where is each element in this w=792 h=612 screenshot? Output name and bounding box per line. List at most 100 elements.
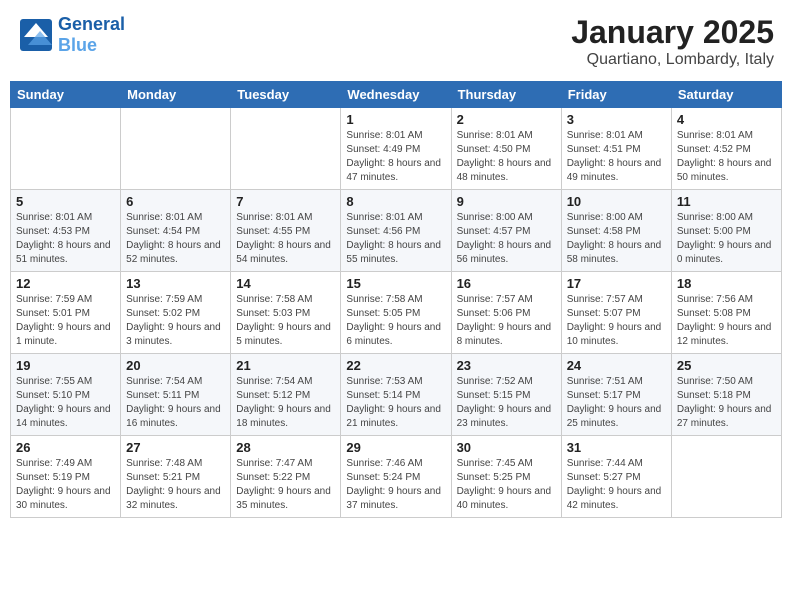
calendar-cell: 10Sunrise: 8:00 AM Sunset: 4:58 PM Dayli… <box>561 190 671 272</box>
day-number: 15 <box>346 276 445 291</box>
day-info: Sunrise: 8:01 AM Sunset: 4:56 PM Dayligh… <box>346 211 445 267</box>
day-number: 28 <box>236 440 335 455</box>
day-info: Sunrise: 8:01 AM Sunset: 4:53 PM Dayligh… <box>16 211 115 267</box>
day-info: Sunrise: 8:00 AM Sunset: 5:00 PM Dayligh… <box>677 211 776 267</box>
calendar-cell: 17 Sunrise: 7:57 AM Sunset: 5:07 PM Dayli… <box>561 272 671 354</box>
day-number: 9 <box>457 194 556 209</box>
logo: General Blue <box>18 14 125 56</box>
calendar-week-row: 12 Sunrise: 7:59 AM Sunset: 5:01 PM Dayli… <box>11 272 782 354</box>
day-info: Sunrise: 7:59 AM Sunset: 5:01 PM Dayligh… <box>16 293 115 349</box>
calendar-cell: 12 Sunrise: 7:59 AM Sunset: 5:01 PM Dayli… <box>11 272 121 354</box>
calendar-cell: 13 Sunrise: 7:59 AM Sunset: 5:02 PM Dayli… <box>121 272 231 354</box>
logo-text-general: General <box>58 14 125 34</box>
day-info: Sunrise: 7:51 AM Sunset: 5:17 PM Dayligh… <box>567 375 666 431</box>
calendar-header-row: SundayMondayTuesdayWednesdayThursdayFrid… <box>11 82 782 108</box>
calendar-week-row: 26Sunrise: 7:49 AM Sunset: 5:19 PM Dayli… <box>11 436 782 518</box>
day-info: Sunrise: 7:50 AM Sunset: 5:18 PM Dayligh… <box>677 375 776 431</box>
calendar-cell: 4 Sunrise: 8:01 AM Sunset: 4:52 PM Daylig… <box>671 108 781 190</box>
day-number: 3 <box>567 112 666 127</box>
day-number: 20 <box>126 358 225 373</box>
weekday-header: Tuesday <box>231 82 341 108</box>
calendar-cell: 25 Sunrise: 7:50 AM Sunset: 5:18 PM Dayli… <box>671 354 781 436</box>
day-info: Sunrise: 7:58 AM Sunset: 5:03 PM Dayligh… <box>236 293 335 349</box>
day-number: 6 <box>126 194 225 209</box>
day-number: 26 <box>16 440 115 455</box>
calendar-week-row: 1Sunrise: 8:01 AM Sunset: 4:49 PM Daylig… <box>11 108 782 190</box>
logo-text-blue: Blue <box>58 35 97 55</box>
day-info: Sunrise: 7:54 AM Sunset: 5:12 PM Dayligh… <box>236 375 335 431</box>
day-info: Sunrise: 7:45 AM Sunset: 5:25 PM Dayligh… <box>457 457 556 513</box>
calendar-cell: 2Sunrise: 8:01 AM Sunset: 4:50 PM Daylig… <box>451 108 561 190</box>
calendar-cell: 5 Sunrise: 8:01 AM Sunset: 4:53 PM Daylig… <box>11 190 121 272</box>
page-subtitle: Quartiano, Lombardy, Italy <box>571 51 774 69</box>
day-info: Sunrise: 7:46 AM Sunset: 5:24 PM Dayligh… <box>346 457 445 513</box>
day-number: 4 <box>677 112 776 127</box>
day-number: 10 <box>567 194 666 209</box>
day-number: 16 <box>457 276 556 291</box>
calendar-cell: 28 Sunrise: 7:47 AM Sunset: 5:22 PM Dayli… <box>231 436 341 518</box>
day-info: Sunrise: 7:47 AM Sunset: 5:22 PM Dayligh… <box>236 457 335 513</box>
day-info: Sunrise: 8:01 AM Sunset: 4:55 PM Dayligh… <box>236 211 335 267</box>
day-number: 11 <box>677 194 776 209</box>
weekday-header: Thursday <box>451 82 561 108</box>
calendar-cell <box>671 436 781 518</box>
day-info: Sunrise: 7:55 AM Sunset: 5:10 PM Dayligh… <box>16 375 115 431</box>
day-info: Sunrise: 7:53 AM Sunset: 5:14 PM Dayligh… <box>346 375 445 431</box>
page-header: General Blue January 2025 Quartiano, Lom… <box>10 10 782 73</box>
day-number: 19 <box>16 358 115 373</box>
day-info: Sunrise: 8:01 AM Sunset: 4:52 PM Dayligh… <box>677 129 776 185</box>
day-info: Sunrise: 8:00 AM Sunset: 4:57 PM Dayligh… <box>457 211 556 267</box>
calendar-cell: 30 Sunrise: 7:45 AM Sunset: 5:25 PM Dayli… <box>451 436 561 518</box>
day-info: Sunrise: 7:57 AM Sunset: 5:07 PM Dayligh… <box>567 293 666 349</box>
day-number: 30 <box>457 440 556 455</box>
day-info: Sunrise: 7:57 AM Sunset: 5:06 PM Dayligh… <box>457 293 556 349</box>
calendar-cell: 27 Sunrise: 7:48 AM Sunset: 5:21 PM Dayli… <box>121 436 231 518</box>
calendar-cell: 11 Sunrise: 8:00 AM Sunset: 5:00 PM Dayli… <box>671 190 781 272</box>
weekday-header: Monday <box>121 82 231 108</box>
day-number: 31 <box>567 440 666 455</box>
day-number: 14 <box>236 276 335 291</box>
day-number: 17 <box>567 276 666 291</box>
day-number: 25 <box>677 358 776 373</box>
calendar-cell: 8Sunrise: 8:01 AM Sunset: 4:56 PM Daylig… <box>341 190 451 272</box>
calendar-cell: 6Sunrise: 8:01 AM Sunset: 4:54 PM Daylig… <box>121 190 231 272</box>
logo-icon <box>18 17 54 53</box>
day-number: 18 <box>677 276 776 291</box>
calendar-cell: 9 Sunrise: 8:00 AM Sunset: 4:57 PM Daylig… <box>451 190 561 272</box>
day-number: 5 <box>16 194 115 209</box>
calendar-cell <box>231 108 341 190</box>
day-number: 23 <box>457 358 556 373</box>
day-number: 29 <box>346 440 445 455</box>
page-title: January 2025 <box>571 14 774 51</box>
day-info: Sunrise: 7:48 AM Sunset: 5:21 PM Dayligh… <box>126 457 225 513</box>
calendar-cell: 1Sunrise: 8:01 AM Sunset: 4:49 PM Daylig… <box>341 108 451 190</box>
day-info: Sunrise: 8:01 AM Sunset: 4:51 PM Dayligh… <box>567 129 666 185</box>
calendar-cell: 16 Sunrise: 7:57 AM Sunset: 5:06 PM Dayli… <box>451 272 561 354</box>
calendar-cell: 31Sunrise: 7:44 AM Sunset: 5:27 PM Dayli… <box>561 436 671 518</box>
calendar-cell: 26Sunrise: 7:49 AM Sunset: 5:19 PM Dayli… <box>11 436 121 518</box>
day-number: 22 <box>346 358 445 373</box>
calendar-week-row: 5 Sunrise: 8:01 AM Sunset: 4:53 PM Daylig… <box>11 190 782 272</box>
weekday-header: Sunday <box>11 82 121 108</box>
calendar-cell: 20 Sunrise: 7:54 AM Sunset: 5:11 PM Dayli… <box>121 354 231 436</box>
day-info: Sunrise: 7:56 AM Sunset: 5:08 PM Dayligh… <box>677 293 776 349</box>
calendar-cell: 7 Sunrise: 8:01 AM Sunset: 4:55 PM Daylig… <box>231 190 341 272</box>
day-number: 12 <box>16 276 115 291</box>
calendar-cell <box>11 108 121 190</box>
weekday-header: Friday <box>561 82 671 108</box>
title-block: January 2025 Quartiano, Lombardy, Italy <box>571 14 774 69</box>
calendar-cell: 24Sunrise: 7:51 AM Sunset: 5:17 PM Dayli… <box>561 354 671 436</box>
calendar-cell: 22 Sunrise: 7:53 AM Sunset: 5:14 PM Dayli… <box>341 354 451 436</box>
calendar-cell <box>121 108 231 190</box>
day-number: 7 <box>236 194 335 209</box>
calendar-week-row: 19 Sunrise: 7:55 AM Sunset: 5:10 PM Dayli… <box>11 354 782 436</box>
calendar-cell: 23Sunrise: 7:52 AM Sunset: 5:15 PM Dayli… <box>451 354 561 436</box>
day-number: 27 <box>126 440 225 455</box>
calendar-cell: 18 Sunrise: 7:56 AM Sunset: 5:08 PM Dayli… <box>671 272 781 354</box>
day-info: Sunrise: 7:54 AM Sunset: 5:11 PM Dayligh… <box>126 375 225 431</box>
day-number: 13 <box>126 276 225 291</box>
calendar-table: SundayMondayTuesdayWednesdayThursdayFrid… <box>10 81 782 518</box>
calendar-cell: 29 Sunrise: 7:46 AM Sunset: 5:24 PM Dayli… <box>341 436 451 518</box>
calendar-cell: 3 Sunrise: 8:01 AM Sunset: 4:51 PM Daylig… <box>561 108 671 190</box>
day-info: Sunrise: 7:59 AM Sunset: 5:02 PM Dayligh… <box>126 293 225 349</box>
